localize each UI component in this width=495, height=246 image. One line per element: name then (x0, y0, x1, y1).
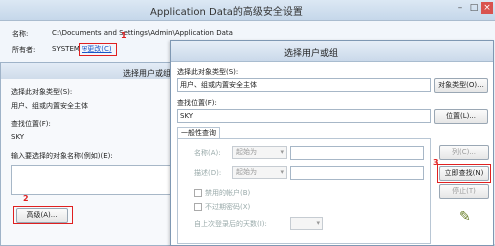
no-expire-password-checkbox[interactable] (194, 203, 202, 211)
change-owner-link[interactable]: ⛨更改(C) (82, 44, 112, 54)
chevron-down-icon: ▾ (316, 219, 320, 227)
main-dialog-title: 选择用户或组 (284, 49, 339, 59)
mid-dialog-title: 选择用户或组 (123, 69, 171, 78)
mid-object-type-value: 用户、组或内置安全主体 (11, 102, 88, 110)
mid-location-label: 查找位置(F): (11, 120, 51, 128)
location-label: 查找位置(F): (177, 99, 217, 107)
days-since-login-label: 自上次登录后的天数(I): (194, 220, 267, 228)
disabled-accounts-label: 禁用的帐户(B) (205, 189, 251, 197)
window-title: Application Data的高级安全设置 (150, 7, 303, 18)
find-now-button[interactable]: 立即查找(N) (439, 166, 489, 181)
name-value: C:\Documents and Settings\Admin\Applicat… (52, 29, 233, 37)
stop-button[interactable]: 停止(T) (439, 184, 489, 199)
object-type-field: 用户、组或内置安全主体 (177, 78, 431, 92)
close-icon[interactable]: × (481, 2, 493, 14)
annotation-number-1: 1 (121, 31, 127, 40)
desc-query-label: 描述(D): (194, 169, 222, 177)
select-user-dialog-behind: 选择用户或组 选择此对象类型(S): 用户、组或内置安全主体 查找位置(F): … (0, 62, 184, 246)
mid-names-label: 输入要选择的对象名称(例如)(E): (11, 152, 113, 160)
mid-object-type-label: 选择此对象类型(S): (11, 88, 73, 96)
chevron-down-icon: ▾ (280, 168, 284, 176)
select-user-dialog: 选择用户或组 选择此对象类型(S): 用户、组或内置安全主体 对象类型(O)..… (170, 40, 494, 246)
minimize-icon[interactable]: – (454, 2, 466, 14)
advanced-button[interactable]: 高级(A)... (16, 208, 68, 223)
annotation-number-2: 2 (23, 194, 29, 203)
common-queries-panel: 名称(A): 起始为 ▾ 描述(D): 起始为 ▾ 禁用的帐户(B) 不过期密码… (177, 138, 431, 244)
disabled-accounts-checkbox[interactable] (194, 189, 202, 197)
location-field: SKY (177, 109, 431, 123)
desc-match-select[interactable]: 起始为 ▾ (232, 166, 287, 179)
days-since-login-select[interactable]: ▾ (290, 217, 323, 230)
columns-button[interactable]: 列(C)... (439, 145, 489, 160)
object-type-label: 选择此对象类型(S): (177, 68, 239, 76)
mid-names-input[interactable] (11, 165, 178, 195)
window-titlebar: Application Data的高级安全设置 – □ × (0, 0, 495, 21)
tab-common-queries[interactable]: 一般性查询 (177, 127, 220, 138)
desc-match-value: 起始为 (236, 168, 257, 176)
name-match-select[interactable]: 起始为 ▾ (232, 146, 287, 159)
name-query-input[interactable] (290, 146, 424, 160)
owner-label: 所有者: (12, 46, 36, 54)
name-label: 名称: (12, 30, 29, 38)
change-owner-highlight: ⛨更改(C) (79, 43, 117, 56)
owner-value: SYSTEM (52, 45, 80, 53)
chevron-down-icon: ▾ (280, 148, 284, 156)
search-people-icon: ✎ (459, 209, 471, 225)
object-types-button[interactable]: 对象类型(O)... (434, 78, 488, 93)
name-match-value: 起始为 (236, 148, 257, 156)
mid-dialog-titlebar: 选择用户或组 (1, 63, 183, 79)
desc-query-input[interactable] (290, 166, 424, 180)
mid-location-value: SKY (11, 133, 25, 141)
name-query-label: 名称(A): (194, 149, 221, 157)
change-link-label: 更改(C) (87, 45, 112, 53)
main-dialog-titlebar: 选择用户或组 (171, 41, 493, 62)
locations-button[interactable]: 位置(L)... (434, 109, 488, 124)
no-expire-password-label: 不过期密码(X) (205, 203, 251, 211)
maximize-icon[interactable]: □ (468, 2, 480, 14)
